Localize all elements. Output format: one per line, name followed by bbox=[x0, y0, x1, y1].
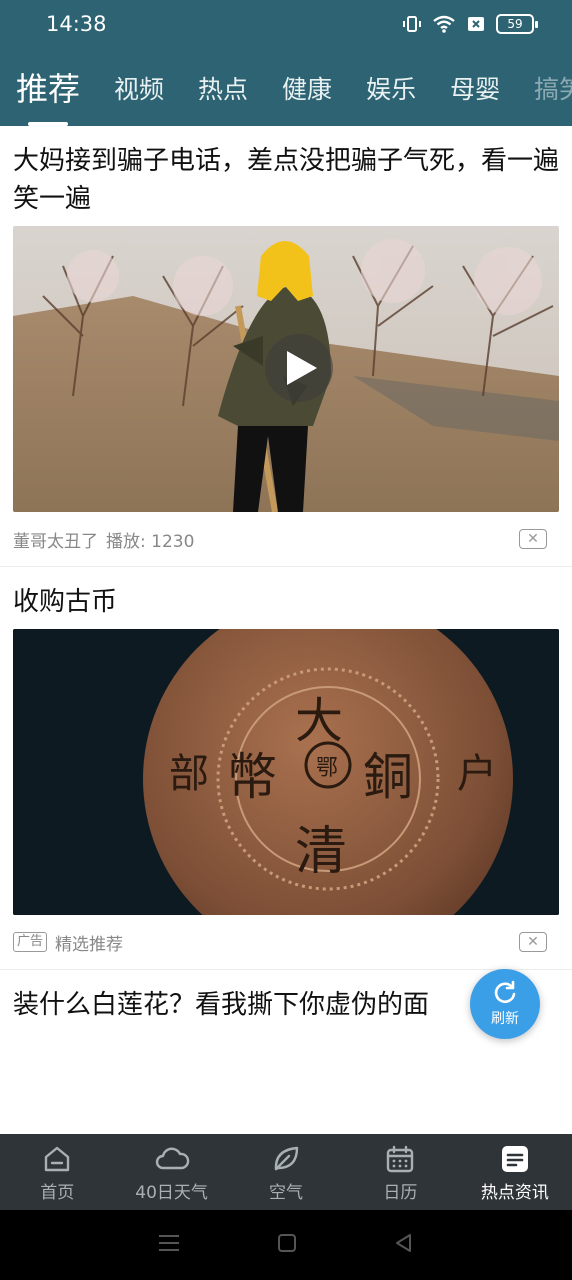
feed-item-title[interactable]: 大妈接到骗子电话，差点没把骗子气死，看一遍笑一遍 bbox=[13, 126, 559, 226]
coin-char-center: 鄂 bbox=[316, 756, 339, 781]
feed-item-ad[interactable]: 收购古币 大 清 幣 銅 鄂 部 户 广告 精选推荐 ✕ bbox=[0, 567, 572, 970]
nav-40day-weather-label: 40日天气 bbox=[135, 1182, 208, 1203]
refresh-icon bbox=[494, 980, 516, 1004]
coin-char-right: 銅 bbox=[363, 748, 413, 806]
bottom-nav: 首页 40日天气 空气 日历 热点资讯 bbox=[0, 1134, 572, 1210]
coin-char-left: 幣 bbox=[227, 748, 277, 806]
nav-hot-news-label: 热点资讯 bbox=[480, 1182, 549, 1203]
play-button[interactable] bbox=[265, 334, 333, 402]
status-bar: 14:38 59 bbox=[0, 0, 572, 52]
tab-mother-baby[interactable]: 母婴 bbox=[450, 70, 500, 126]
feed-item-source: 精选推荐 bbox=[55, 934, 124, 955]
feed-item-video[interactable]: 大妈接到骗子电话，差点没把骗子气死，看一遍笑一遍 董哥太丑了 播放: 1230 … bbox=[0, 126, 572, 567]
feed-item-meta: 董哥太丑了 播放: 1230 ✕ bbox=[13, 512, 559, 566]
nav-40day-weather[interactable]: 40日天气 bbox=[114, 1134, 228, 1210]
nav-home[interactable]: 首页 bbox=[0, 1134, 114, 1210]
coin-char-top: 大 bbox=[295, 693, 344, 749]
coin-char-bottom: 清 bbox=[295, 822, 348, 882]
video-thumbnail[interactable] bbox=[13, 226, 559, 512]
nav-air[interactable]: 空气 bbox=[229, 1134, 343, 1210]
feed-item-title[interactable]: 收购古币 bbox=[13, 567, 559, 629]
ad-image[interactable]: 大 清 幣 銅 鄂 部 户 bbox=[13, 629, 559, 915]
feed-item-source: 董哥太丑了 bbox=[13, 531, 98, 552]
home-icon bbox=[42, 1142, 72, 1176]
refresh-button[interactable]: 刷新 bbox=[470, 969, 540, 1039]
coin-char-outer-right: 户 bbox=[457, 751, 497, 797]
tab-health[interactable]: 健康 bbox=[282, 70, 332, 126]
ad-badge: 广告 bbox=[13, 932, 48, 952]
leaf-icon bbox=[271, 1142, 301, 1176]
status-time: 14:38 bbox=[46, 12, 107, 36]
system-nav-bar bbox=[0, 1210, 572, 1280]
nav-calendar[interactable]: 日历 bbox=[343, 1134, 457, 1210]
nav-calendar-label: 日历 bbox=[383, 1182, 418, 1203]
news-icon bbox=[500, 1142, 530, 1176]
sim-off-icon bbox=[466, 14, 486, 34]
wifi-icon bbox=[432, 14, 456, 34]
tab-video[interactable]: 视频 bbox=[114, 70, 164, 126]
category-tabs: 推荐 视频 热点 健康 娱乐 母婴 搞笑 bbox=[0, 52, 572, 126]
battery-icon: 59 bbox=[496, 14, 538, 34]
refresh-label: 刷新 bbox=[491, 1011, 519, 1027]
vibrate-icon bbox=[402, 14, 422, 34]
feed-item-meta: 广告 精选推荐 ✕ bbox=[13, 915, 559, 969]
play-icon bbox=[287, 351, 317, 385]
nav-home-label: 首页 bbox=[40, 1182, 75, 1203]
home-square-icon[interactable] bbox=[277, 1233, 297, 1257]
close-icon: ✕ bbox=[527, 531, 539, 547]
tab-hot[interactable]: 热点 bbox=[198, 70, 248, 126]
status-icons: 59 bbox=[402, 14, 538, 34]
tab-funny[interactable]: 搞笑 bbox=[534, 70, 572, 126]
cloud-icon bbox=[154, 1142, 190, 1176]
tab-entertainment[interactable]: 娱乐 bbox=[366, 70, 416, 126]
nav-air-label: 空气 bbox=[269, 1182, 304, 1203]
dismiss-button[interactable]: ✕ bbox=[519, 932, 547, 952]
tab-recommend[interactable]: 推荐 bbox=[16, 64, 80, 126]
nav-hot-news[interactable]: 热点资讯 bbox=[458, 1134, 572, 1210]
menu-icon[interactable] bbox=[158, 1233, 180, 1257]
back-icon[interactable] bbox=[394, 1233, 414, 1257]
battery-level: 59 bbox=[507, 17, 523, 31]
feed-item-plays: 播放: 1230 bbox=[106, 531, 195, 552]
dismiss-button[interactable]: ✕ bbox=[519, 529, 547, 549]
close-icon: ✕ bbox=[527, 934, 539, 950]
calendar-icon bbox=[385, 1142, 415, 1176]
coin-char-outer-left: 部 bbox=[169, 751, 209, 797]
